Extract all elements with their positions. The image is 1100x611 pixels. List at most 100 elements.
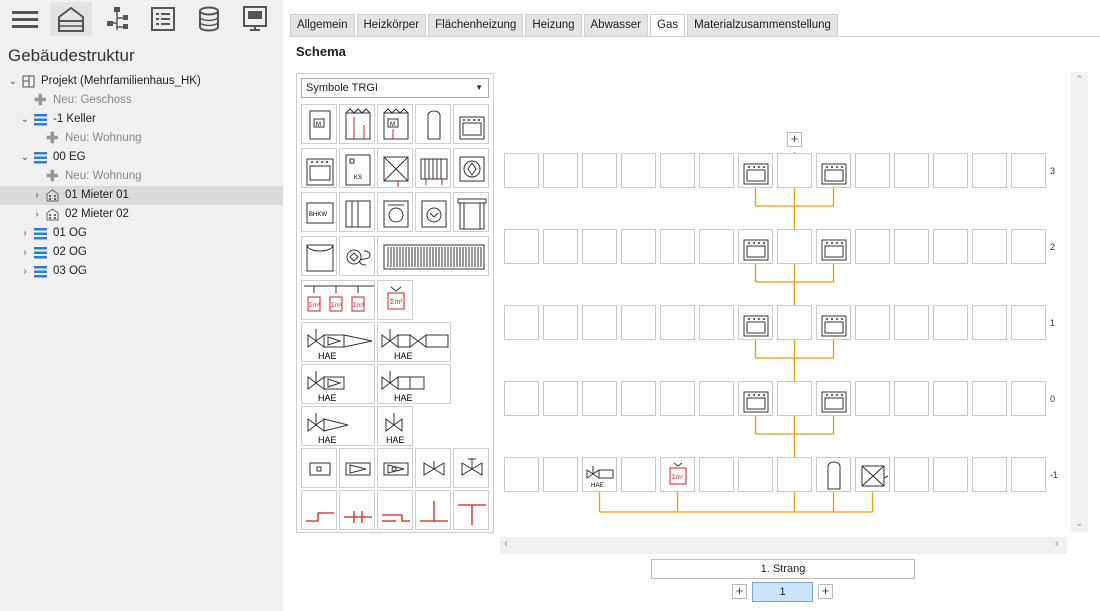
- meter-cluster-symbol[interactable]: Σm³ Σm³ Σm³: [301, 280, 375, 320]
- exhaust-hood-symbol[interactable]: [377, 148, 413, 188]
- gas-stove-cell-symbol[interactable]: [738, 153, 773, 188]
- schema-cell[interactable]: [504, 229, 539, 264]
- schema-cell[interactable]: [777, 305, 812, 340]
- schema-cell[interactable]: [738, 457, 773, 492]
- schema-cell[interactable]: [582, 381, 617, 416]
- schema-cell[interactable]: [582, 153, 617, 188]
- pipe-offset-symbol[interactable]: [301, 490, 337, 530]
- gas-meter-symbol[interactable]: M: [301, 104, 337, 144]
- gas-stove-cell-symbol[interactable]: [816, 229, 851, 264]
- hae-valve-small-symbol[interactable]: HAE: [377, 406, 413, 446]
- gas-stove-cell-symbol[interactable]: [816, 305, 851, 340]
- tank-cell-symbol[interactable]: [816, 457, 851, 492]
- schema-cell[interactable]: [972, 305, 1007, 340]
- scroll-right-icon[interactable]: ›: [1055, 538, 1059, 550]
- add-strang-right-button[interactable]: +: [818, 584, 833, 599]
- tree-item-mieter-01[interactable]: › 01 Mieter 01: [0, 186, 283, 205]
- pipe-tee-symbol[interactable]: [453, 490, 489, 530]
- schema-cell[interactable]: [699, 381, 734, 416]
- schema-cell[interactable]: [543, 457, 578, 492]
- chevron-right-icon[interactable]: ›: [20, 243, 30, 262]
- schema-cell[interactable]: [894, 229, 929, 264]
- schema-cell[interactable]: [933, 229, 968, 264]
- sigma-meter-symbol[interactable]: Σm³: [377, 280, 413, 320]
- gas-stove-cell-symbol[interactable]: [738, 305, 773, 340]
- gas-appliance-symbol[interactable]: [301, 236, 337, 276]
- fan-heater-symbol[interactable]: [453, 148, 489, 188]
- grill-symbol[interactable]: [453, 192, 489, 232]
- schema-cell[interactable]: [504, 153, 539, 188]
- schema-cell[interactable]: [777, 381, 812, 416]
- schema-cell[interactable]: [543, 153, 578, 188]
- gas-stove-cell-symbol[interactable]: [816, 153, 851, 188]
- schema-cell[interactable]: [972, 381, 1007, 416]
- chevron-down-icon[interactable]: ⌄: [20, 110, 30, 129]
- chevron-right-icon[interactable]: ›: [32, 205, 42, 224]
- hae-compact-symbol[interactable]: HAE: [301, 364, 375, 404]
- chevron-right-icon[interactable]: ›: [20, 262, 30, 281]
- schema-cell[interactable]: [621, 229, 656, 264]
- schema-cell[interactable]: [660, 381, 695, 416]
- schema-cell[interactable]: [621, 153, 656, 188]
- schema-cell[interactable]: [1011, 305, 1046, 340]
- schema-cell[interactable]: [699, 305, 734, 340]
- chevron-right-icon[interactable]: ›: [32, 186, 42, 205]
- tab-heizkoerper[interactable]: Heizkörper: [356, 14, 427, 36]
- schema-cell[interactable]: [933, 153, 968, 188]
- schema-cell[interactable]: [1011, 457, 1046, 492]
- cabinet-symbol[interactable]: [339, 192, 375, 232]
- tree-item-keller[interactable]: ⌄ -1 Keller: [0, 110, 283, 129]
- schema-cell[interactable]: [699, 457, 734, 492]
- schema-cell[interactable]: [894, 153, 929, 188]
- hae-meter-wide-symbol[interactable]: HAE: [377, 322, 451, 362]
- schema-cell[interactable]: [504, 381, 539, 416]
- pipe-crossing-symbol[interactable]: [339, 490, 375, 530]
- tab-materialzusammenstellung[interactable]: Materialzusammenstellung: [687, 14, 838, 36]
- gas-stove-cell-symbol[interactable]: [816, 381, 851, 416]
- gas-pump-symbol[interactable]: [339, 236, 375, 276]
- tree-item-new-apartment[interactable]: ✚ Neu: Wohnung: [0, 167, 283, 186]
- hae-meter-compact-symbol[interactable]: HAE: [377, 364, 451, 404]
- monitor-icon[interactable]: [234, 2, 276, 36]
- schema-cell[interactable]: [504, 305, 539, 340]
- schema-cell[interactable]: [855, 381, 890, 416]
- chevron-down-icon[interactable]: ⌄: [8, 72, 18, 91]
- gas-stove-cell-symbol[interactable]: [738, 381, 773, 416]
- tree-item-03-og[interactable]: › 03 OG: [0, 262, 283, 281]
- schema-cell[interactable]: [543, 305, 578, 340]
- schema-cell[interactable]: [1011, 381, 1046, 416]
- schema-cell[interactable]: [699, 229, 734, 264]
- hamburger-menu-icon[interactable]: [4, 2, 46, 36]
- schema-cell[interactable]: [621, 457, 656, 492]
- schema-cell[interactable]: [582, 229, 617, 264]
- schema-cell[interactable]: [1011, 229, 1046, 264]
- scroll-left-icon[interactable]: ‹: [504, 538, 508, 550]
- hae-wide-symbol[interactable]: HAE: [301, 322, 375, 362]
- schema-cell[interactable]: [621, 305, 656, 340]
- tree-item-mieter-02[interactable]: › 02 Mieter 02: [0, 205, 283, 224]
- chevron-right-icon[interactable]: ›: [20, 224, 30, 243]
- gas-heater-symbol[interactable]: [339, 104, 375, 144]
- tab-heizung[interactable]: Heizung: [525, 14, 582, 36]
- schema-cell[interactable]: [972, 229, 1007, 264]
- reducer-symbol[interactable]: [339, 448, 375, 488]
- schema-cell[interactable]: [621, 381, 656, 416]
- schema-cell[interactable]: [660, 153, 695, 188]
- tree-item-new-floor[interactable]: ✚ Neu: Geschoss: [0, 91, 283, 110]
- tab-flaechenheizung[interactable]: Flächenheizung: [428, 14, 524, 36]
- convector-symbol[interactable]: [377, 236, 489, 276]
- tree-item-eg[interactable]: ⌄ 00 EG: [0, 148, 283, 167]
- schema-cell[interactable]: [777, 229, 812, 264]
- bhkw-symbol[interactable]: BHKW: [301, 192, 337, 232]
- schema-cell[interactable]: [504, 457, 539, 492]
- schema-cell[interactable]: [855, 305, 890, 340]
- exhaust-cell-symbol[interactable]: [855, 457, 890, 492]
- strang-page-input[interactable]: 1: [752, 582, 813, 602]
- schema-cell[interactable]: [543, 229, 578, 264]
- list-icon[interactable]: [142, 2, 184, 36]
- schema-cell[interactable]: [777, 153, 812, 188]
- thermal-valve-symbol[interactable]: [453, 448, 489, 488]
- schema-cell[interactable]: [660, 229, 695, 264]
- hae-cell-symbol[interactable]: HAE: [582, 457, 617, 492]
- tab-allgemein[interactable]: Allgemein: [290, 14, 355, 36]
